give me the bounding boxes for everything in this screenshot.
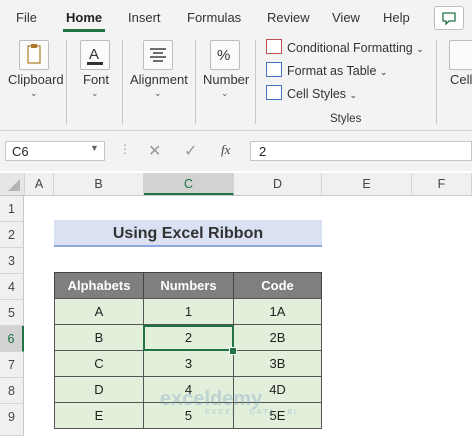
table-cell[interactable]: 3	[143, 350, 234, 377]
table-header-code[interactable]: Code	[233, 272, 322, 299]
cells-label: Cells	[450, 72, 472, 87]
font-icon: A	[80, 40, 110, 70]
conditional-formatting-label: Conditional Formatting	[287, 41, 413, 55]
conditional-formatting-icon	[266, 39, 282, 54]
comment-icon	[442, 12, 456, 26]
row-header-3[interactable]: 3	[0, 248, 24, 274]
more-options-icon: ⋮	[119, 142, 131, 156]
row-header-4[interactable]: 4	[0, 274, 24, 300]
table-cell[interactable]: 1A	[233, 298, 322, 325]
watermark-tagline: EXCEL · DATA · BI	[205, 409, 298, 416]
table-cell[interactable]: D	[54, 376, 144, 403]
menu-formulas[interactable]: Formulas	[187, 10, 241, 25]
row-header-1[interactable]: 1	[0, 196, 24, 222]
clipboard-group[interactable]: Clipboard ⌄	[0, 34, 66, 130]
column-header-e[interactable]: E	[322, 173, 412, 195]
formula-input[interactable]: 2	[250, 141, 472, 161]
sheet-title[interactable]: Using Excel Ribbon	[54, 220, 322, 247]
chevron-down-icon: ⌄	[154, 88, 162, 98]
format-as-table-button[interactable]: Format as Table ⌄	[266, 62, 387, 80]
table-header-alphabets[interactable]: Alphabets	[54, 272, 144, 299]
formula-value: 2	[259, 144, 267, 159]
percent-icon: %	[210, 40, 240, 70]
table-cell[interactable]: A	[54, 298, 144, 325]
column-header-b[interactable]: B	[54, 173, 144, 195]
number-label: Number	[203, 72, 250, 87]
menu-help[interactable]: Help	[383, 10, 410, 25]
svg-text:%: %	[217, 47, 230, 64]
column-header-a[interactable]: A	[25, 173, 54, 195]
font-label: Font	[83, 72, 110, 87]
menu-insert[interactable]: Insert	[128, 10, 161, 25]
svg-text:A: A	[89, 46, 99, 63]
chevron-down-icon: ⌄	[91, 88, 99, 98]
row-header-9[interactable]: 9	[0, 404, 24, 436]
chevron-down-icon: ⌄	[221, 88, 229, 98]
table-cell[interactable]: B	[54, 324, 144, 351]
alignment-label: Alignment	[130, 72, 188, 87]
table-cell[interactable]: C	[54, 350, 144, 377]
menu-home[interactable]: Home	[66, 10, 102, 25]
styles-group: Conditional Formatting ⌄ Format as Table…	[266, 34, 432, 130]
divider	[255, 40, 256, 124]
alignment-icon	[143, 40, 173, 70]
row-header-7[interactable]: 7	[0, 352, 24, 378]
watermark-logo: exceldemy	[160, 388, 263, 410]
active-cell-selection	[143, 325, 234, 351]
row-header-8[interactable]: 8	[0, 378, 24, 404]
format-as-table-icon	[266, 62, 282, 77]
menu-view[interactable]: View	[332, 10, 360, 25]
cells-group[interactable]: Cells	[437, 34, 472, 130]
table-cell[interactable]: 3B	[233, 350, 322, 377]
column-header-bar: A B C D E F	[0, 173, 472, 196]
menu-file[interactable]: File	[16, 10, 37, 25]
name-box-dropdown-icon[interactable]: ▼	[90, 143, 99, 153]
column-header-f[interactable]: F	[412, 173, 472, 195]
alignment-group[interactable]: Alignment ⌄	[123, 34, 195, 130]
cancel-icon[interactable]: ✕	[148, 141, 161, 161]
table-cell[interactable]: 2B	[233, 324, 322, 351]
select-all-corner[interactable]	[0, 173, 25, 195]
column-header-d[interactable]: D	[234, 173, 322, 195]
insert-function-icon[interactable]: fx	[221, 142, 230, 158]
cell-styles-icon	[266, 85, 282, 100]
name-box-value: C6	[12, 144, 29, 159]
table-header-numbers[interactable]: Numbers	[143, 272, 234, 299]
styles-label: Styles	[330, 113, 362, 125]
font-group[interactable]: A Font ⌄	[67, 34, 122, 130]
cells-icon	[449, 40, 472, 70]
conditional-formatting-button[interactable]: Conditional Formatting ⌄	[266, 39, 424, 57]
menu-review[interactable]: Review	[267, 10, 310, 25]
table-cell[interactable]: E	[54, 402, 144, 429]
comments-button[interactable]	[434, 6, 464, 30]
cell-styles-button[interactable]: Cell Styles ⌄	[266, 85, 357, 103]
cell-styles-label: Cell Styles	[287, 87, 347, 101]
fill-handle[interactable]	[229, 347, 237, 355]
column-header-c[interactable]: C	[144, 173, 234, 195]
ribbon: Clipboard ⌄ A Font ⌄ Alignment ⌄ % Numbe…	[0, 34, 472, 131]
format-as-table-label: Format as Table	[287, 64, 377, 78]
active-tab-indicator	[63, 29, 105, 32]
table-cell[interactable]: 1	[143, 298, 234, 325]
chevron-down-icon: ⌄	[30, 88, 38, 98]
row-header-6[interactable]: 6	[0, 326, 24, 352]
number-group[interactable]: % Number ⌄	[196, 34, 254, 130]
row-header-5[interactable]: 5	[0, 300, 24, 326]
clipboard-icon	[19, 40, 49, 70]
enter-icon[interactable]: ✓	[184, 141, 197, 161]
clipboard-label: Clipboard	[8, 72, 64, 87]
row-header-2[interactable]: 2	[0, 222, 24, 248]
